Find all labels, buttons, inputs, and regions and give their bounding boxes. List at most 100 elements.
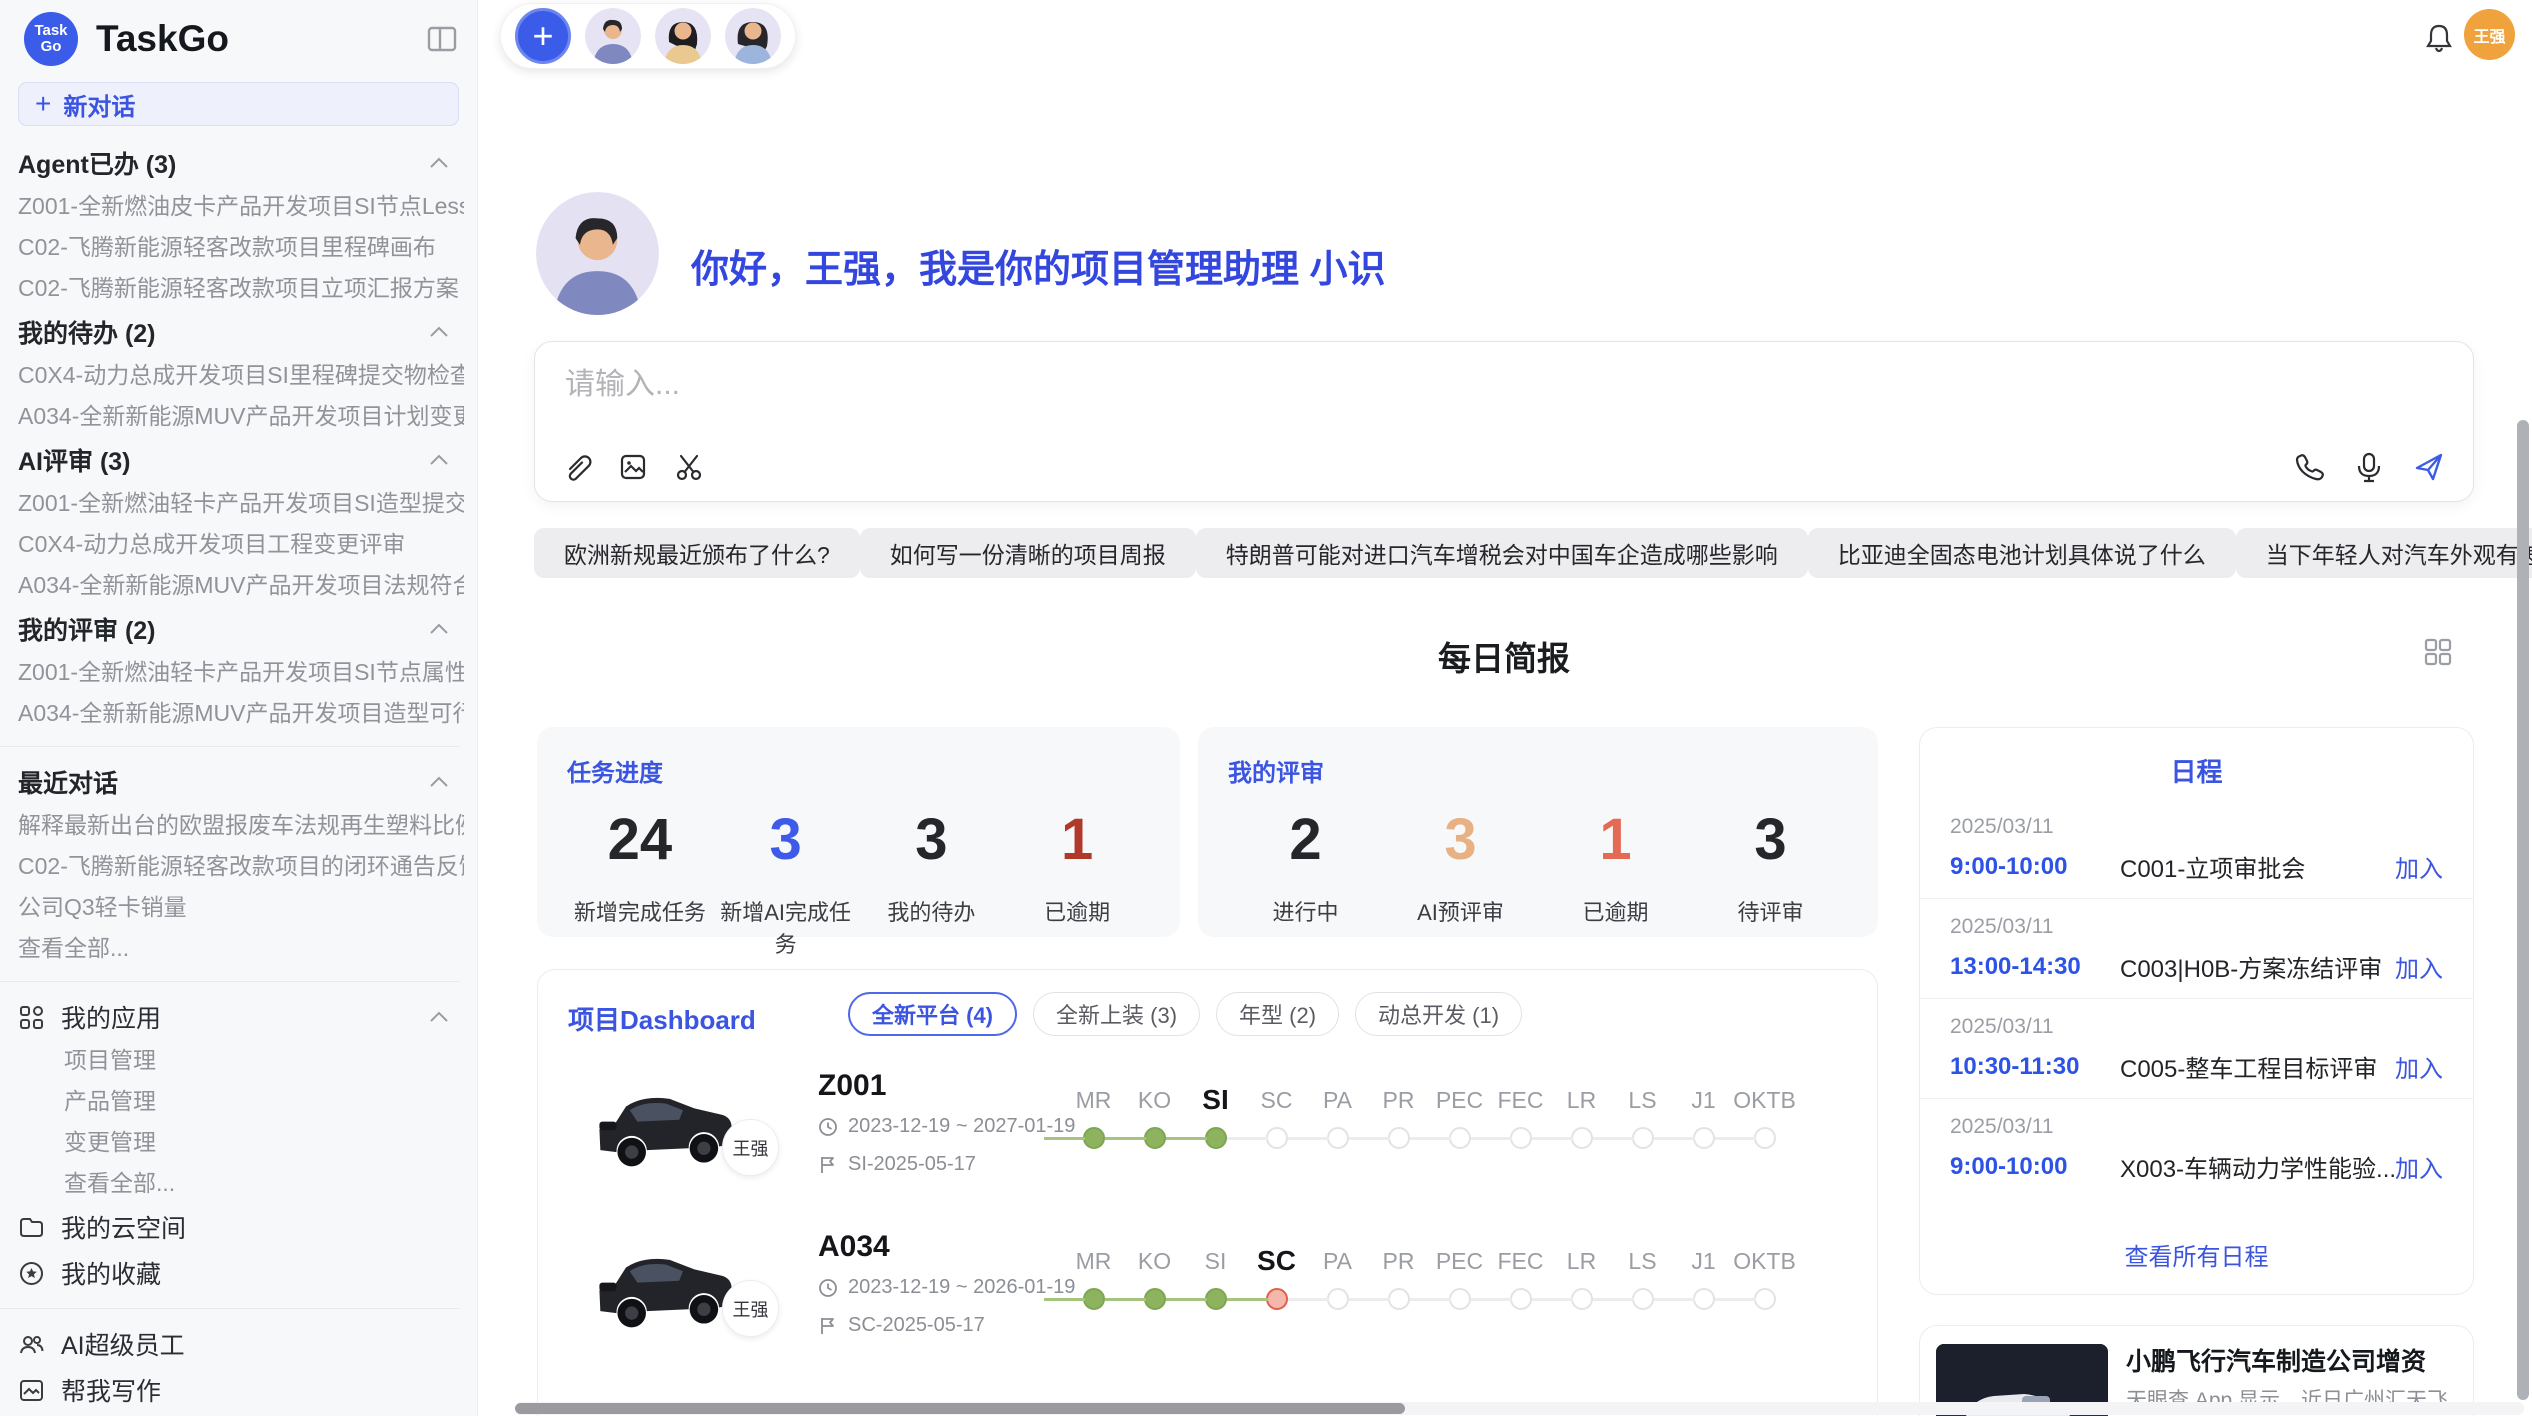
agent-avatar-3[interactable] — [725, 8, 781, 64]
view-all-schedule-link[interactable]: 查看所有日程 — [1920, 1223, 2473, 1294]
phone-icon[interactable] — [2293, 451, 2325, 483]
sidebar-task-item[interactable]: A034-全新新能源MUV产品开发项目计划变更表编写 — [18, 396, 464, 437]
main-area: + 王强 你好，王强，我是你的项目管理助理 小识 欧洲新规最近颁布 — [478, 0, 2532, 1416]
dashboard-tab[interactable]: 年型 (2) — [1216, 992, 1339, 1036]
join-link[interactable]: 加入 — [2395, 949, 2443, 984]
schedule-card: 日程 2025/03/11 9:00-10:00 C001-立项审批会 加入 2… — [1919, 727, 2474, 1295]
layout-grid-icon[interactable] — [2422, 636, 2454, 668]
suggestion-chip[interactable]: 如何写一份清晰的项目周报 — [860, 528, 1196, 578]
join-link[interactable]: 加入 — [2395, 1049, 2443, 1084]
sidebar-section-header[interactable]: AI评审 (3) — [18, 437, 477, 483]
agent-avatar-1[interactable] — [585, 8, 641, 64]
schedule-event: 2025/03/11 13:00-14:30 C003|H0B-方案冻结评审 加… — [1920, 898, 2473, 998]
project-dates-text: 2023-12-19 ~ 2026-01-19 — [848, 1276, 1075, 1299]
vertical-scrollbar-thumb[interactable] — [2517, 420, 2529, 1400]
sidebar-section-header[interactable]: Agent已办 (3) — [18, 140, 477, 186]
stat-value: 3 — [859, 806, 1005, 873]
sidebar-task-item[interactable]: C02-飞腾新能源轻客改款项目里程碑画布 — [18, 227, 464, 268]
milestone-dot — [1449, 1288, 1471, 1310]
horizontal-scrollbar-thumb[interactable] — [515, 1403, 1405, 1414]
stat-label: 已逾期 — [1004, 895, 1150, 927]
app-subitem[interactable]: 项目管理 — [18, 1040, 477, 1081]
sidebar-task-item[interactable]: C0X4-动力总成开发项目工程变更评审 — [18, 524, 464, 565]
image-icon[interactable] — [617, 451, 649, 483]
milestone-dot — [1083, 1127, 1105, 1149]
attachment-icon[interactable] — [561, 451, 593, 483]
dashboard-tab[interactable]: 动总开发 (1) — [1355, 992, 1522, 1036]
scissors-icon[interactable] — [673, 451, 705, 483]
suggestion-chip[interactable]: 特朗普可能对进口汽车增税会对中国车企造成哪些影响 — [1196, 528, 1808, 578]
milestone-dot — [1388, 1288, 1410, 1310]
milestone-label: LR — [1567, 1081, 1596, 1119]
clock-icon — [818, 1278, 838, 1298]
project-code: Z001 — [818, 1069, 886, 1103]
sidebar-task-item[interactable]: Z001-全新燃油轻卡产品开发项目SI节点属性5D文件评审 — [18, 652, 464, 693]
image-edit-icon — [18, 1377, 45, 1404]
add-agent-button[interactable]: + — [515, 8, 571, 64]
new-chat-label: 新对话 — [63, 87, 135, 122]
greeting-text: 你好，王强，我是你的项目管理助理 小识 — [691, 238, 1386, 293]
stat-value: 2 — [1228, 806, 1383, 873]
milestone-label: LS — [1628, 1081, 1656, 1119]
recent-chat-item[interactable]: 解释最新出台的欧盟报废车法规再生塑料比例被调至15%... — [18, 805, 464, 846]
recent-chat-item[interactable]: 公司Q3轻卡销量 — [18, 887, 464, 928]
stat-item: 3 待评审 — [1693, 806, 1848, 927]
suggestion-chip[interactable]: 当下年轻人对汽车外观有怎样的喜好趋势 — [2236, 528, 2532, 578]
divider — [0, 746, 459, 747]
stat-item: 24 新增完成任务 — [567, 806, 713, 959]
sidebar-item-my-apps[interactable]: 我的应用 — [18, 994, 477, 1040]
project-flag: SC-2025-05-17 — [818, 1314, 985, 1337]
suggestion-chip[interactable]: 比亚迪全固态电池计划具体说了什么 — [1808, 528, 2236, 578]
stat-label: AI预评审 — [1383, 895, 1538, 927]
sidebar-section-header[interactable]: 我的评审 (2) — [18, 606, 477, 652]
sidebar-task-item[interactable]: Z001-全新燃油轻卡产品开发项目SI造型提交物评审 — [18, 483, 464, 524]
join-link[interactable]: 加入 — [2395, 1149, 2443, 1184]
task-progress-card: 任务进度 24 新增完成任务 3 新增AI完成任务 3 我的待办 1 已逾期 — [537, 727, 1180, 937]
notifications-bell-icon[interactable] — [2423, 22, 2455, 54]
send-icon[interactable] — [2413, 451, 2445, 483]
section-title: 我的评审 (2) — [18, 611, 156, 647]
new-chat-button[interactable]: + 新对话 — [18, 82, 459, 126]
event-date: 2025/03/11 — [1950, 915, 2443, 939]
join-link[interactable]: 加入 — [2395, 849, 2443, 884]
assistant-avatar — [536, 192, 659, 315]
sidebar-task-item[interactable]: A034-全新新能源MUV产品开发项目法规符合性评审 — [18, 565, 464, 606]
event-name: C005-整车工程目标评审 — [2120, 1049, 2395, 1084]
microphone-icon[interactable] — [2353, 451, 2385, 483]
app-subitem[interactable]: 变更管理 — [18, 1122, 477, 1163]
dashboard-tab[interactable]: 全新平台 (4) — [848, 992, 1017, 1036]
sidebar-task-item[interactable]: A034-全新新能源MUV产品开发项目造型可行性评审 — [18, 693, 464, 734]
recent-chats-header[interactable]: 最近对话 — [18, 759, 477, 805]
logo-text-2: Go — [41, 39, 62, 55]
recent-view-all[interactable]: 查看全部... — [18, 928, 464, 969]
sidebar-section: Agent已办 (3) Z001-全新燃油皮卡产品开发项目SI节点Lesson … — [18, 140, 477, 309]
agent-avatar-2[interactable] — [655, 8, 711, 64]
sidebar-item-favorites[interactable]: 我的收藏 — [18, 1250, 477, 1296]
sidebar-section: 我的待办 (2) C0X4-动力总成开发项目SI里程碑提交物检查A034-全新新… — [18, 309, 477, 437]
sidebar-item-ai-employee[interactable]: AI超级员工 — [18, 1321, 477, 1367]
sidebar-section-header[interactable]: 我的待办 (2) — [18, 309, 477, 355]
chat-input[interactable] — [565, 368, 2165, 402]
milestone-dot — [1510, 1127, 1532, 1149]
sidebar-task-item[interactable]: Z001-全新燃油皮卡产品开发项目SI节点Lesson Learn报告 — [18, 186, 464, 227]
sidebar-collapse-icon[interactable] — [427, 24, 457, 54]
stat-label: 待评审 — [1693, 895, 1848, 927]
user-avatar[interactable]: 王强 — [2464, 9, 2515, 60]
divider — [0, 981, 459, 982]
sidebar-task-item[interactable]: C02-飞腾新能源轻客改款项目立项汇报方案 — [18, 268, 464, 309]
section-items: Z001-全新燃油轻卡产品开发项目SI节点属性5D文件评审A034-全新新能源M… — [18, 652, 477, 734]
recent-chat-item[interactable]: C02-飞腾新能源轻客改款项目的闭环通告反馈情况 — [18, 846, 464, 887]
project-row[interactable]: 王强 Z001 2023-12-19 ~ 2027-01-19 SI-2025-… — [538, 1061, 1877, 1221]
app-subitem[interactable]: 产品管理 — [18, 1081, 477, 1122]
milestone-label: FEC — [1498, 1081, 1544, 1119]
project-row[interactable]: 王强 A034 2023-12-19 ~ 2026-01-19 SC-2025-… — [538, 1222, 1877, 1382]
sidebar-item-cloud-space[interactable]: 我的云空间 — [18, 1204, 477, 1250]
suggestion-chip[interactable]: 欧洲新规最近颁布了什么? — [534, 528, 860, 578]
dashboard-tab[interactable]: 全新上装 (3) — [1033, 992, 1200, 1036]
schedule-list: 2025/03/11 9:00-10:00 C001-立项审批会 加入 2025… — [1920, 799, 2473, 1223]
apps-view-all[interactable]: 查看全部... — [18, 1163, 477, 1204]
app-title: TaskGo — [96, 18, 229, 60]
horizontal-scrollbar[interactable] — [515, 1402, 2524, 1415]
sidebar-task-item[interactable]: C0X4-动力总成开发项目SI里程碑提交物检查 — [18, 355, 464, 396]
sidebar-item-write-helper[interactable]: 帮我写作 — [18, 1367, 477, 1413]
